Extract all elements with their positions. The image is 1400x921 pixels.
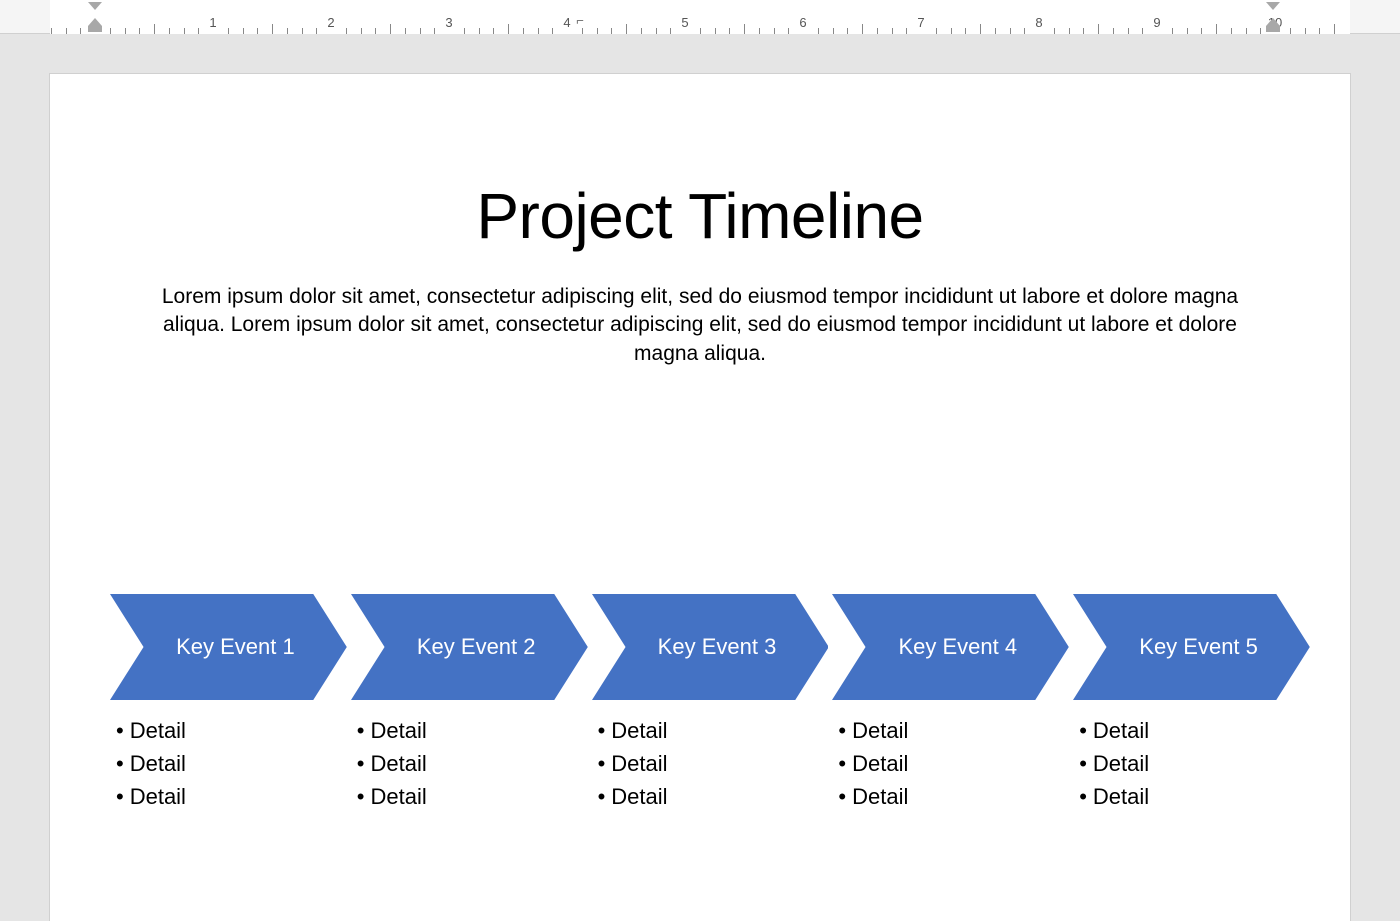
ruler-tick: [154, 24, 155, 34]
chevron-label[interactable]: Key Event 1: [110, 594, 327, 700]
ruler-tick: [626, 24, 627, 34]
detail-text: Detail: [611, 751, 667, 776]
bullet-icon: •: [116, 784, 124, 809]
detail-text: Detail: [852, 751, 908, 776]
ruler-number: 3: [445, 15, 452, 30]
detail-item[interactable]: •Detail: [357, 714, 588, 747]
ruler-number: 6: [799, 15, 806, 30]
ruler-number: 2: [327, 15, 334, 30]
ruler-tick: [272, 24, 273, 34]
detail-item[interactable]: •Detail: [838, 780, 1069, 813]
ruler-number: 7: [917, 15, 924, 30]
ruler-surface[interactable]: 12345678910 ⌐: [50, 0, 1350, 34]
tab-stop-marker[interactable]: ⌐: [576, 13, 584, 28]
chevron-shape[interactable]: Key Event 4: [832, 594, 1069, 700]
detail-text: Detail: [852, 718, 908, 743]
ruler-tick: [1334, 24, 1335, 34]
horizontal-ruler[interactable]: 12345678910 ⌐: [0, 0, 1400, 34]
left-indent-box[interactable]: [88, 26, 102, 32]
event-details[interactable]: •Detail•Detail•Detail: [592, 714, 829, 813]
ruler-tick: [508, 24, 509, 34]
timeline-event[interactable]: Key Event 3•Detail•Detail•Detail: [592, 594, 829, 813]
bullet-icon: •: [598, 751, 606, 776]
hanging-indent-marker[interactable]: [88, 18, 102, 26]
timeline-event[interactable]: Key Event 2•Detail•Detail•Detail: [351, 594, 588, 813]
slide-body-text[interactable]: Lorem ipsum dolor sit amet, consectetur …: [160, 283, 1240, 368]
detail-text: Detail: [130, 751, 186, 776]
detail-item[interactable]: •Detail: [1079, 714, 1310, 747]
ruler-number: 8: [1035, 15, 1042, 30]
ruler-number: 9: [1153, 15, 1160, 30]
timeline-smartart[interactable]: Key Event 1•Detail•Detail•DetailKey Even…: [110, 594, 1310, 813]
detail-item[interactable]: •Detail: [838, 747, 1069, 780]
chevron-label[interactable]: Key Event 3: [592, 594, 809, 700]
detail-text: Detail: [1093, 751, 1149, 776]
bullet-icon: •: [838, 718, 846, 743]
editing-canvas[interactable]: Project Timeline Lorem ipsum dolor sit a…: [0, 34, 1400, 921]
detail-item[interactable]: •Detail: [1079, 747, 1310, 780]
bullet-icon: •: [357, 751, 365, 776]
ruler-tick: [980, 24, 981, 34]
chevron-shape[interactable]: Key Event 1: [110, 594, 347, 700]
chevron-label[interactable]: Key Event 4: [832, 594, 1049, 700]
detail-text: Detail: [611, 784, 667, 809]
ruler-number: 4: [563, 15, 570, 30]
chevron-shape[interactable]: Key Event 5: [1073, 594, 1310, 700]
bullet-icon: •: [116, 718, 124, 743]
detail-item[interactable]: •Detail: [598, 747, 829, 780]
first-line-indent-marker-right[interactable]: [1266, 2, 1280, 10]
bullet-icon: •: [838, 751, 846, 776]
detail-text: Detail: [371, 784, 427, 809]
ruler-number: 5: [681, 15, 688, 30]
chevron-shape[interactable]: Key Event 3: [592, 594, 829, 700]
ruler-number: 1: [209, 15, 216, 30]
chevron-shape[interactable]: Key Event 2: [351, 594, 588, 700]
chevron-label[interactable]: Key Event 2: [351, 594, 568, 700]
event-details[interactable]: •Detail•Detail•Detail: [1073, 714, 1310, 813]
detail-item[interactable]: •Detail: [598, 780, 829, 813]
detail-text: Detail: [130, 784, 186, 809]
ruler-tick: [744, 24, 745, 34]
detail-item[interactable]: •Detail: [598, 714, 829, 747]
bullet-icon: •: [1079, 751, 1087, 776]
chevron-label[interactable]: Key Event 5: [1073, 594, 1290, 700]
bullet-icon: •: [116, 751, 124, 776]
detail-text: Detail: [1093, 718, 1149, 743]
event-details[interactable]: •Detail•Detail•Detail: [832, 714, 1069, 813]
event-details[interactable]: •Detail•Detail•Detail: [110, 714, 347, 813]
ruler-tick: [1216, 24, 1217, 34]
detail-text: Detail: [371, 718, 427, 743]
detail-item[interactable]: •Detail: [116, 747, 347, 780]
detail-text: Detail: [611, 718, 667, 743]
ruler-tick: [1098, 24, 1099, 34]
detail-item[interactable]: •Detail: [1079, 780, 1310, 813]
slide[interactable]: Project Timeline Lorem ipsum dolor sit a…: [50, 74, 1350, 921]
first-line-indent-marker[interactable]: [88, 2, 102, 10]
event-details[interactable]: •Detail•Detail•Detail: [351, 714, 588, 813]
bullet-icon: •: [357, 718, 365, 743]
slide-title[interactable]: Project Timeline: [110, 179, 1290, 253]
bullet-icon: •: [1079, 784, 1087, 809]
detail-text: Detail: [1093, 784, 1149, 809]
ruler-tick: [390, 24, 391, 34]
bullet-icon: •: [598, 784, 606, 809]
bullet-icon: •: [838, 784, 846, 809]
right-indent-marker[interactable]: [1266, 18, 1280, 26]
timeline-event[interactable]: Key Event 5•Detail•Detail•Detail: [1073, 594, 1310, 813]
bullet-icon: •: [1079, 718, 1087, 743]
timeline-event[interactable]: Key Event 1•Detail•Detail•Detail: [110, 594, 347, 813]
right-indent-box[interactable]: [1266, 26, 1280, 32]
bullet-icon: •: [357, 784, 365, 809]
detail-item[interactable]: •Detail: [116, 714, 347, 747]
timeline-event[interactable]: Key Event 4•Detail•Detail•Detail: [832, 594, 1069, 813]
detail-text: Detail: [371, 751, 427, 776]
bullet-icon: •: [598, 718, 606, 743]
ruler-tick: [862, 24, 863, 34]
detail-text: Detail: [130, 718, 186, 743]
detail-item[interactable]: •Detail: [357, 780, 588, 813]
detail-text: Detail: [852, 784, 908, 809]
detail-item[interactable]: •Detail: [838, 714, 1069, 747]
detail-item[interactable]: •Detail: [357, 747, 588, 780]
detail-item[interactable]: •Detail: [116, 780, 347, 813]
